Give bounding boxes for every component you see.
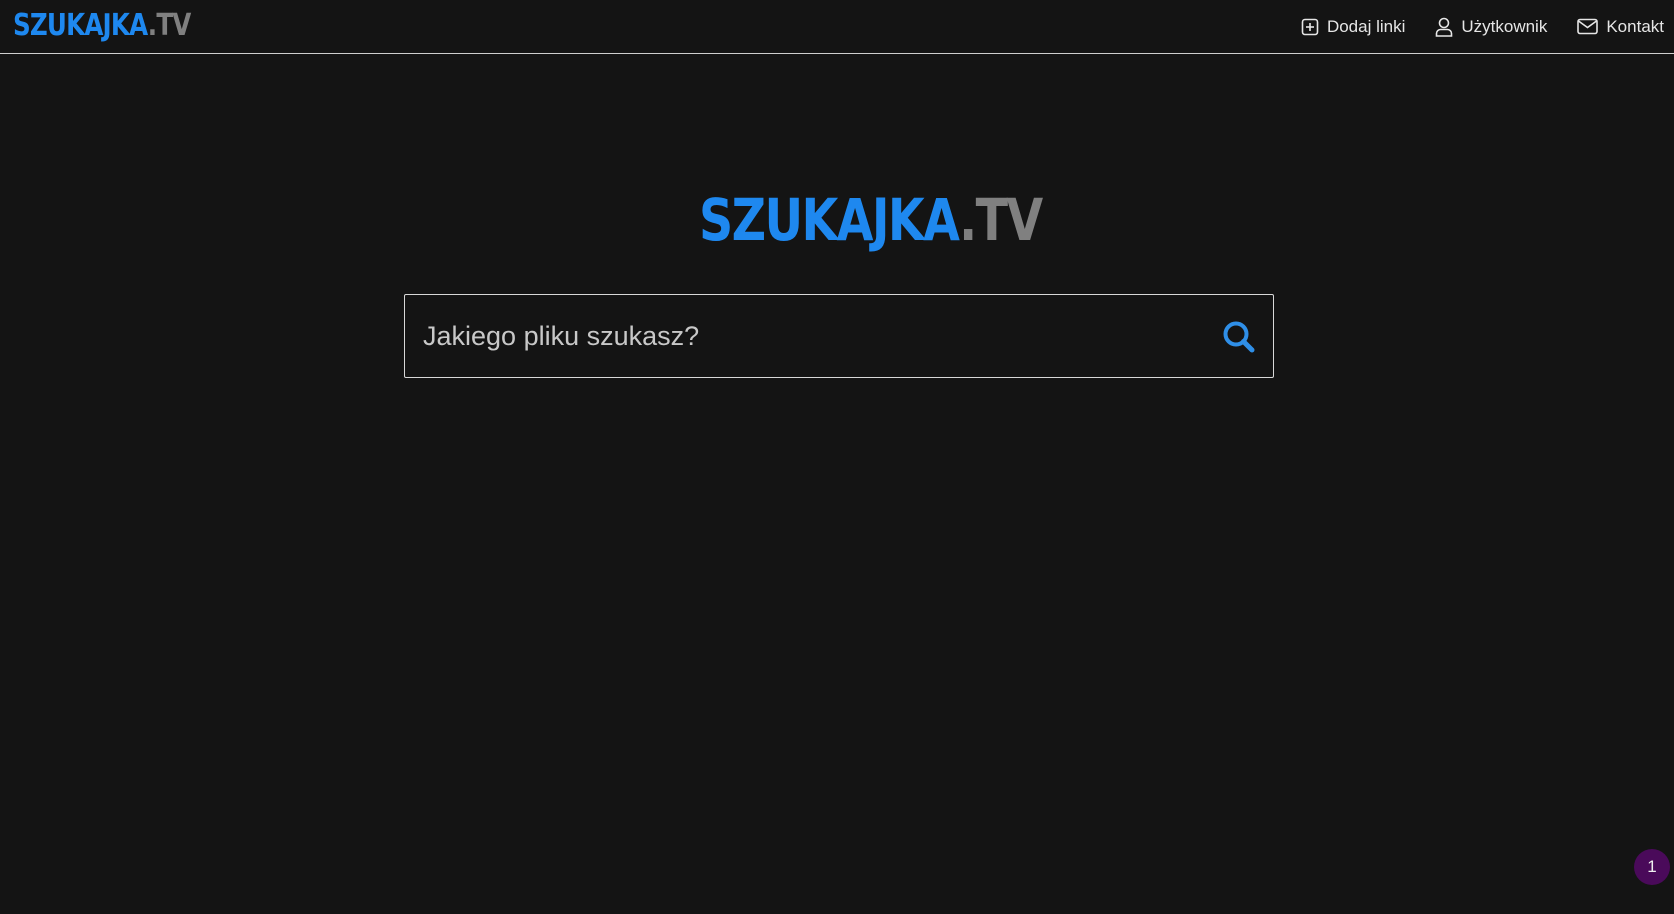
top-navigation-bar: SZUKAJKA.TV Dodaj linki Użytkownik Konta… (0, 0, 1674, 54)
search-icon (1221, 321, 1257, 359)
hero-logo: SZUKAJKA.TV (699, 186, 1043, 254)
header-logo-tld: .TV (147, 8, 192, 43)
nav-user-label: Użytkownik (1461, 16, 1548, 36)
user-icon (1435, 17, 1453, 37)
search-input[interactable] (405, 295, 1195, 377)
search-form (404, 294, 1274, 378)
plus-square-icon (1301, 18, 1319, 36)
hero-logo-brand: SZUKAJKA (699, 186, 961, 254)
notification-badge[interactable]: 1 (1634, 849, 1670, 885)
nav-add-links-label: Dodaj linki (1326, 16, 1406, 36)
nav-contact[interactable]: Kontakt (1577, 17, 1664, 37)
envelope-icon (1577, 18, 1599, 35)
header-nav: Dodaj linki Użytkownik Kontakt (1301, 0, 1664, 53)
nav-add-links[interactable]: Dodaj linki (1301, 17, 1405, 37)
header-logo[interactable]: SZUKAJKA.TV (13, 8, 192, 44)
nav-user[interactable]: Użytkownik (1435, 17, 1547, 37)
hero-logo-tld: .TV (959, 186, 1043, 254)
search-button[interactable] (1221, 319, 1257, 355)
nav-contact-label: Kontakt (1606, 16, 1664, 36)
header-logo-brand: SZUKAJKA (13, 8, 149, 43)
